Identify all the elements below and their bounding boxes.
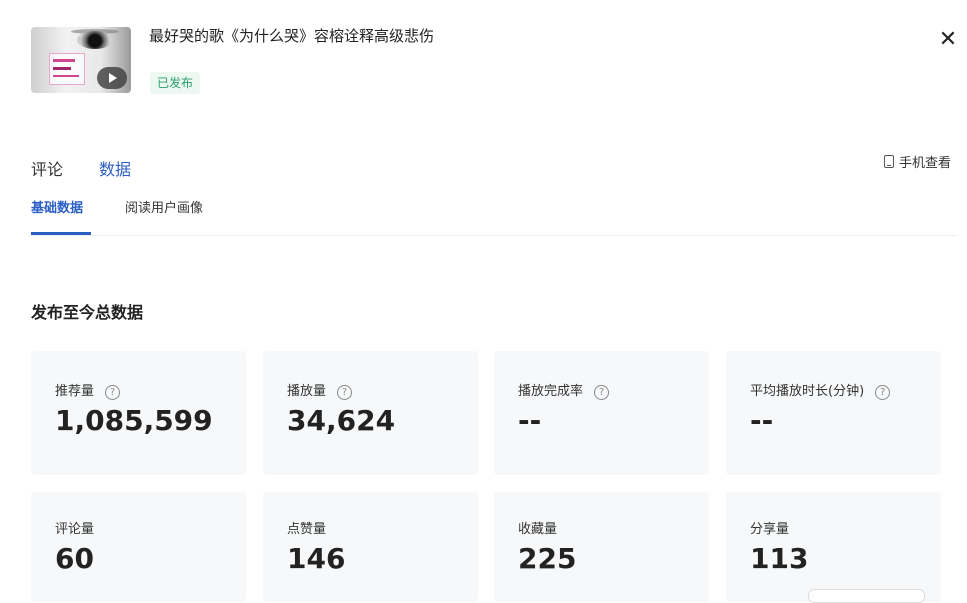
floating-widget[interactable] xyxy=(808,589,925,603)
metric-label: 播放完成率 xyxy=(518,384,584,399)
metric-card-plays: 播放量? 34,624 xyxy=(263,351,478,475)
metric-label: 播放量 xyxy=(287,384,327,399)
play-icon[interactable] xyxy=(97,67,127,89)
metric-label-wrap: 推荐量? xyxy=(55,380,121,400)
metric-card-comments: 评论量 60 xyxy=(31,492,246,602)
video-thumbnail[interactable] xyxy=(31,27,131,93)
metric-value: -- xyxy=(750,404,774,437)
thumbnail-cover-line xyxy=(53,67,71,70)
subtab-reader-profile[interactable]: 阅读用户画像 xyxy=(125,197,203,216)
metric-value: 113 xyxy=(750,542,809,575)
phone-icon xyxy=(884,155,894,168)
metric-card-shares: 分享量 113 xyxy=(726,492,941,602)
metric-label-wrap: 播放完成率? xyxy=(518,380,610,400)
metric-card-favorites: 收藏量 225 xyxy=(494,492,709,602)
thumbnail-cover-line xyxy=(53,75,79,77)
phone-view-label: 手机查看 xyxy=(899,156,952,171)
thumbnail-cover-line xyxy=(53,59,75,62)
metric-label: 分享量 xyxy=(750,522,790,537)
metric-label: 收藏量 xyxy=(518,522,558,537)
phone-view-button[interactable]: 手机查看 xyxy=(884,152,951,171)
close-icon[interactable]: ✕ xyxy=(938,29,958,51)
metric-value: 1,085,599 xyxy=(55,404,213,437)
metric-card-likes: 点赞量 146 xyxy=(263,492,478,602)
help-icon[interactable]: ? xyxy=(594,385,610,400)
tab-data[interactable]: 数据 xyxy=(99,156,131,180)
metric-label: 平均播放时长(分钟) xyxy=(750,384,865,399)
metric-value: -- xyxy=(518,404,542,437)
tab-comments[interactable]: 评论 xyxy=(31,156,63,180)
metric-card-avg-duration: 平均播放时长(分钟)? -- xyxy=(726,351,941,475)
help-icon[interactable]: ? xyxy=(875,385,891,400)
metric-label: 点赞量 xyxy=(287,522,327,537)
metric-value: 60 xyxy=(55,542,94,575)
metric-value: 225 xyxy=(518,542,577,575)
metric-label-wrap: 平均播放时长(分钟)? xyxy=(750,380,891,400)
metric-label: 评论量 xyxy=(55,522,95,537)
subtab-basic-data[interactable]: 基础数据 xyxy=(31,197,83,216)
divider xyxy=(31,235,957,236)
metric-card-recommend: 推荐量? 1,085,599 xyxy=(31,351,246,475)
metric-value: 146 xyxy=(287,542,346,575)
section-title: 发布至今总数据 xyxy=(31,303,144,322)
help-icon[interactable]: ? xyxy=(105,385,121,400)
help-icon[interactable]: ? xyxy=(337,385,353,400)
metric-label: 推荐量 xyxy=(55,384,95,399)
video-title: 最好哭的歌《为什么哭》容榕诠释高级悲伤 xyxy=(149,27,435,45)
metric-label-wrap: 播放量? xyxy=(287,380,353,400)
metric-value: 34,624 xyxy=(287,404,396,437)
metric-card-completion-rate: 播放完成率? -- xyxy=(494,351,709,475)
status-badge: 已发布 xyxy=(150,72,201,94)
thumbnail-eye xyxy=(77,31,113,49)
